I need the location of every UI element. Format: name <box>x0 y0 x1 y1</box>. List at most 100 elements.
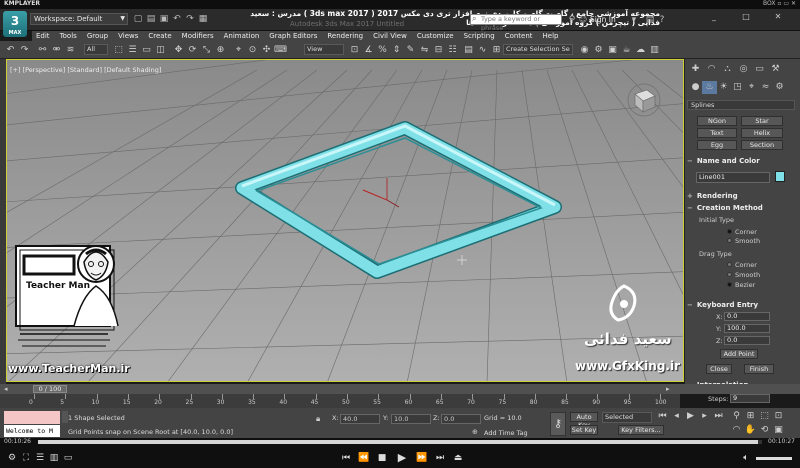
render-cloud-icon[interactable]: ☁ <box>634 44 647 57</box>
manipulate-icon[interactable]: ✣ <box>260 44 273 57</box>
eject-icon[interactable]: ⏏ <box>452 452 464 464</box>
rendering-rollout[interactable]: Rendering <box>687 191 797 201</box>
selection-filter-dropdown[interactable]: All <box>84 44 108 55</box>
initial-corner-radio[interactable] <box>727 229 732 234</box>
menu-item[interactable]: Create <box>144 31 175 41</box>
maxscript-listener-input[interactable]: Welcome to M <box>4 425 60 437</box>
region-select-icon[interactable]: ▭ <box>140 44 153 57</box>
kb-z-spinner[interactable]: 0.0 <box>724 336 770 345</box>
move-icon[interactable]: ✥ <box>172 44 185 57</box>
settings-icon[interactable]: ⚙ <box>6 452 18 464</box>
zoom-icon[interactable]: ⚲ <box>730 410 743 423</box>
drag-corner-radio[interactable] <box>727 262 732 267</box>
modify-tab-icon[interactable]: ◠ <box>704 63 719 76</box>
align-icon[interactable]: ⊟ <box>432 44 445 57</box>
workspace-dropdown[interactable]: Workspace: Default ▼ <box>30 13 128 25</box>
forward-icon[interactable]: ⏩ <box>416 452 428 464</box>
render-setup-icon[interactable]: ⚙ <box>592 44 605 57</box>
spinner-snap-icon[interactable]: ⇕ <box>390 44 403 57</box>
edit-named-sets-icon[interactable]: ✎ <box>404 44 417 57</box>
field-of-view-icon[interactable]: ◠ <box>730 424 743 437</box>
auto-key-button[interactable]: Auto Key <box>570 412 598 429</box>
time-slider[interactable]: ◂ 0 / 100 ▸ <box>0 384 800 394</box>
schematic-view-icon[interactable]: ⊞ <box>490 44 503 57</box>
name-color-rollout[interactable]: Name and Color <box>687 156 797 166</box>
play-pause-icon[interactable]: ▶ <box>396 452 408 464</box>
cart-icon[interactable]: ▤ <box>644 14 656 26</box>
menu-item[interactable]: Modifiers <box>178 31 218 41</box>
zoom-all-icon[interactable]: ⊞ <box>744 410 757 423</box>
drag-smooth-radio[interactable] <box>727 272 732 277</box>
menu-item[interactable]: Edit <box>32 31 54 41</box>
pan-icon[interactable]: ✋ <box>744 424 757 437</box>
add-point-button[interactable]: Add Point <box>720 349 758 359</box>
selection-lock-icon[interactable]: 🔒︎ <box>316 414 326 424</box>
mirror-icon[interactable]: ⇋ <box>418 44 431 57</box>
curve-editor-icon[interactable]: ∿ <box>476 44 489 57</box>
section-button[interactable]: Section <box>741 140 783 150</box>
maximize-viewport-icon[interactable]: ▣ <box>772 424 785 437</box>
go-to-end-icon[interactable]: ⏭ <box>712 410 725 423</box>
render-icon[interactable]: ☕ <box>620 44 633 57</box>
shapes-icon[interactable]: ♨ <box>702 81 717 94</box>
close-button[interactable]: Close <box>706 364 732 374</box>
select-object-icon[interactable]: ⬚ <box>112 44 125 57</box>
go-to-start-icon[interactable]: ⏮ <box>656 410 669 423</box>
geometry-icon[interactable]: ● <box>688 81 703 94</box>
create-tab-icon[interactable]: ✚ <box>688 63 703 76</box>
percent-snap-icon[interactable]: % <box>376 44 389 57</box>
zoom-extents-all-icon[interactable]: ⊡ <box>772 410 785 423</box>
stop-icon[interactable]: ■ <box>376 452 388 464</box>
set-key-button[interactable]: Set Key <box>570 425 598 435</box>
orbit-icon[interactable]: ⟲ <box>758 424 771 437</box>
new-file-icon[interactable]: ▢ <box>132 13 144 25</box>
user-icon[interactable]: ☺ <box>577 14 589 26</box>
named-selection-dropdown[interactable]: Create Selection Se <box>503 44 573 55</box>
key-set-dropdown[interactable]: Selected <box>602 412 652 423</box>
pivot-center-icon[interactable]: ⊙ <box>246 44 259 57</box>
next-icon[interactable]: ⏭ <box>434 452 446 464</box>
snaps-toggle-icon[interactable]: ⊡ <box>348 44 361 57</box>
app-menu-button[interactable]: 3 MAX <box>3 11 27 37</box>
menu-item[interactable]: Scripting <box>460 31 499 41</box>
menu-item[interactable]: Content <box>501 31 537 41</box>
key-icon[interactable]: ⚷ <box>550 412 566 436</box>
chevron-down-icon[interactable]: ▾ <box>628 14 640 26</box>
coord-x-field[interactable]: 40.0 <box>340 414 380 424</box>
undo-icon[interactable]: ↶ <box>4 44 17 57</box>
maximize-icon[interactable]: □ <box>740 11 752 23</box>
prev-frame-icon[interactable]: ◂ <box>670 410 683 423</box>
playlist-icon[interactable]: ☰ <box>34 452 46 464</box>
rotate-icon[interactable]: ⟳ <box>186 44 199 57</box>
angle-snap-icon[interactable]: ∡ <box>362 44 375 57</box>
viewport-label-menu[interactable]: [+] [Perspective] [Standard] [Default Sh… <box>10 66 161 74</box>
undo-icon[interactable]: ↶ <box>171 13 183 25</box>
ref-coord-dropdown[interactable]: View <box>304 44 344 55</box>
select-place-icon[interactable]: ⊕ <box>214 44 227 57</box>
fullscreen-icon[interactable]: ⛶ <box>20 452 32 464</box>
motion-tab-icon[interactable]: ◎ <box>736 63 751 76</box>
maxscript-listener-top[interactable] <box>4 411 60 424</box>
minimize-icon[interactable]: _ <box>708 11 720 23</box>
sign-in-link[interactable]: Sign In <box>590 15 616 24</box>
steps-spinner[interactable]: 9 <box>730 394 770 403</box>
menu-item[interactable]: Civil View <box>369 31 411 41</box>
help-icon[interactable]: ? <box>656 14 668 26</box>
time-prev-icon[interactable]: ◂ <box>4 384 8 394</box>
menu-item[interactable]: Rendering <box>323 31 367 41</box>
a360-icon[interactable]: ▥ <box>648 44 661 57</box>
key-filters-button[interactable]: Key Filters... <box>618 425 664 435</box>
helix-button[interactable]: Helix <box>741 128 783 138</box>
bind-space-warp-icon[interactable]: ≋ <box>64 44 77 57</box>
object-color-swatch[interactable] <box>775 171 785 182</box>
scale-icon[interactable]: ⤡ <box>200 44 213 57</box>
coord-y-field[interactable]: 10.0 <box>391 414 431 424</box>
display-tab-icon[interactable]: ▭ <box>752 63 767 76</box>
hold-icon[interactable]: ▦ <box>197 13 209 25</box>
zoom-extents-icon[interactable]: ⬚ <box>758 410 771 423</box>
volume-slider[interactable] <box>756 457 792 460</box>
play-icon[interactable]: ▶ <box>684 410 697 423</box>
time-next-icon[interactable]: ▸ <box>666 384 670 394</box>
rendered-frame-icon[interactable]: ▣ <box>606 44 619 57</box>
drag-bezier-radio[interactable] <box>727 282 732 287</box>
